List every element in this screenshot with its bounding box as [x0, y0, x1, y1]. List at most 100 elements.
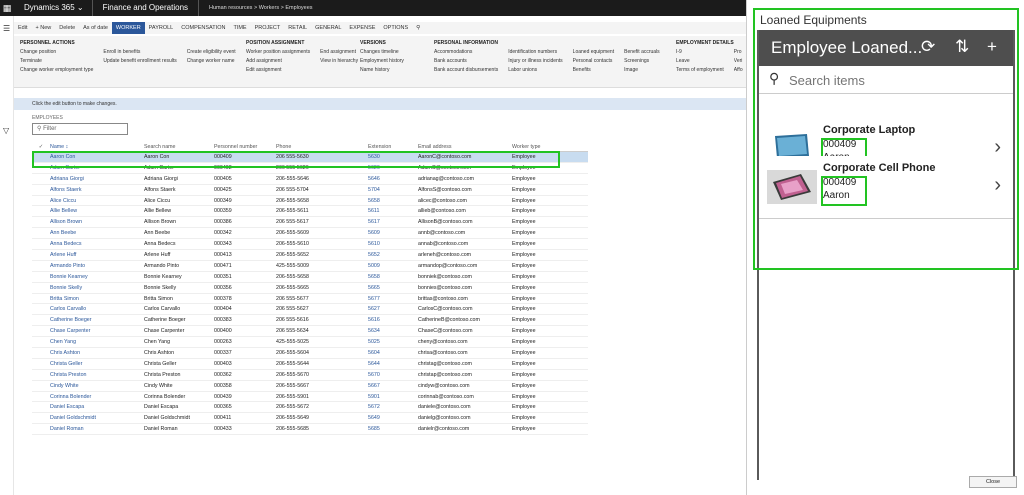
table-row[interactable]: Bonnie Skelly Bonnie Skelly 000356 206-555-…	[32, 283, 588, 294]
labor-unions-button[interactable]: Labor unions	[508, 67, 562, 73]
column-header-search-name[interactable]: Search name	[144, 144, 214, 150]
benefits-button[interactable]: Benefits	[573, 67, 614, 73]
table-cell[interactable]: Corinna Bolender	[50, 394, 144, 400]
tab-options[interactable]: OPTIONS	[379, 22, 412, 34]
table-cell[interactable]: 5644	[368, 361, 418, 367]
table-row[interactable]: Allie Bellew Allie Bellew 000359 206-555-56…	[32, 206, 588, 218]
bank-accounts-button[interactable]: Bank accounts	[434, 58, 498, 64]
table-cell[interactable]: 5652	[368, 252, 418, 258]
leave-button[interactable]: Leave	[676, 58, 724, 64]
table-cell[interactable]: 5025	[368, 339, 418, 345]
table-cell[interactable]: Cindy White	[50, 383, 144, 389]
table-cell[interactable]: Chen Yang	[50, 339, 144, 345]
column-header-personnel-number[interactable]: Personnel number	[214, 144, 276, 150]
table-cell[interactable]: 5609	[368, 230, 418, 236]
terminate-button[interactable]: Terminate	[20, 58, 93, 64]
filter-pane-icon[interactable]: ▽	[3, 126, 9, 135]
delete-button[interactable]: Delete	[55, 22, 79, 34]
table-cell[interactable]: Anna Bedecs	[50, 241, 144, 247]
table-cell[interactable]: Daniel Roman	[50, 426, 144, 432]
close-button[interactable]: Close	[969, 476, 1017, 488]
table-row[interactable]: Arlene Huff Arlene Huff 000413 206-555-5652…	[32, 250, 588, 261]
brand-menu[interactable]: Dynamics 365 ⌄	[14, 0, 93, 16]
end-assignment-button[interactable]: End assignment	[320, 49, 358, 55]
personal-contacts-button[interactable]: Personal contacts	[573, 58, 614, 64]
table-cell[interactable]: Christa Geller	[50, 361, 144, 367]
truncated-button[interactable]: Affo	[734, 67, 746, 73]
table-cell[interactable]: 5667	[368, 383, 418, 389]
loaned-equipment-button[interactable]: Loaned equipment	[573, 49, 614, 55]
table-cell[interactable]: 5646	[368, 176, 418, 182]
table-cell[interactable]: Allie Bellew	[50, 208, 144, 214]
tab-project[interactable]: PROJECT	[251, 22, 285, 34]
edit-assignment-button[interactable]: Edit assignment	[246, 67, 310, 73]
table-cell[interactable]: Allison Brown	[50, 219, 144, 225]
table-row[interactable]: Daniel Roman Daniel Roman 000433 206-555-56…	[32, 424, 588, 436]
table-cell[interactable]: Carlos Carvallo	[50, 306, 144, 312]
table-cell[interactable]: 5611	[368, 208, 418, 214]
table-cell[interactable]: 5610	[368, 241, 418, 247]
i9-button[interactable]: I-9	[676, 49, 724, 55]
tab-general[interactable]: GENERAL	[311, 22, 345, 34]
filter-input[interactable]: ⚲ Filter	[32, 123, 128, 135]
table-cell[interactable]: 5901	[368, 394, 418, 400]
table-cell[interactable]: Bonnie Kearney	[50, 274, 144, 280]
table-cell[interactable]: 5658	[368, 274, 418, 280]
table-row[interactable]: Armando Pinto Armando Pinto 000471 425-555-…	[32, 261, 588, 272]
changes-timeline-button[interactable]: Changes timeline	[360, 49, 404, 55]
table-cell[interactable]: 5649	[368, 415, 418, 421]
table-cell[interactable]: 5670	[368, 372, 418, 378]
edit-button[interactable]: Edit	[14, 22, 31, 34]
table-row[interactable]: Christa Preston Christa Preston 000362 206-…	[32, 370, 588, 381]
column-header-email[interactable]: Email address	[418, 144, 512, 150]
table-cell[interactable]: Arlene Huff	[50, 252, 144, 258]
table-cell[interactable]: 5658	[368, 198, 418, 204]
name-history-button[interactable]: Name history	[360, 67, 404, 73]
module-name[interactable]: Finance and Operations	[93, 0, 200, 16]
position-assignments-button[interactable]: Worker position assignments	[246, 49, 310, 55]
add-assignment-button[interactable]: Add assignment	[246, 58, 310, 64]
table-cell[interactable]: Christa Preston	[50, 372, 144, 378]
tab-compensation[interactable]: COMPENSATION	[177, 22, 229, 34]
table-cell[interactable]: 5665	[368, 285, 418, 291]
enroll-benefits-button[interactable]: Enroll in benefits	[103, 49, 176, 55]
truncated-button[interactable]: Veri	[734, 58, 746, 64]
eligibility-event-button[interactable]: Create eligibility event	[187, 49, 236, 55]
table-row[interactable]: Corinna Bolender Corinna Bolender 000439 20…	[32, 392, 588, 403]
search-icon[interactable]: ⚲	[412, 22, 424, 34]
accommodations-button[interactable]: Accommodations	[434, 49, 498, 55]
column-header-worker-type[interactable]: Worker type	[512, 144, 572, 150]
select-all-checkbox[interactable]: ✓	[32, 144, 50, 150]
table-row[interactable]: Chris Ashton Chris Ashton 000337 206-555-56…	[32, 348, 588, 359]
table-cell[interactable]: Alfons Staerk	[50, 187, 144, 193]
table-cell[interactable]: 5617	[368, 219, 418, 225]
terms-employment-button[interactable]: Terms of employment	[676, 67, 724, 73]
tab-retail[interactable]: RETAIL	[284, 22, 311, 34]
new-button[interactable]: + New	[31, 22, 55, 34]
table-cell[interactable]: Daniel Goldschmidt	[50, 415, 144, 421]
table-cell[interactable]: 5627	[368, 306, 418, 312]
employment-history-button[interactable]: Employment history	[360, 58, 404, 64]
table-row[interactable]: Chase Carpenter Chase Carpenter 000400 206 …	[32, 326, 588, 338]
breadcrumb[interactable]: Human resources > Workers > Employees	[199, 5, 313, 11]
table-cell[interactable]: 5616	[368, 317, 418, 323]
table-cell[interactable]: 5672	[368, 404, 418, 410]
table-cell[interactable]: 5634	[368, 328, 418, 334]
table-cell[interactable]: Adriana Giorgi	[50, 176, 144, 182]
column-header-phone[interactable]: Phone	[276, 144, 368, 150]
table-row[interactable]: Carlos Carvallo Carlos Carvallo 000404 206 …	[32, 304, 588, 316]
image-button[interactable]: Image	[624, 67, 660, 73]
table-row[interactable]: Alfons Staerk Alfons Staerk 000425 206 555-…	[32, 185, 588, 196]
table-row[interactable]: Bonnie Kearney Bonnie Kearney 000351 206-55…	[32, 272, 588, 283]
table-row[interactable]: Allison Brown Allison Brown 000386 206 555-…	[32, 217, 588, 229]
benefit-accruals-button[interactable]: Benefit accruals	[624, 49, 660, 55]
table-cell[interactable]: Chris Ashton	[50, 350, 144, 356]
table-cell[interactable]: Britta Simon	[50, 296, 144, 302]
tab-time[interactable]: TIME	[229, 22, 250, 34]
benefit-results-button[interactable]: Update benefit enrollment results	[103, 58, 176, 64]
table-row[interactable]: Daniel Escapa Daniel Escapa 000365 206-555-…	[32, 402, 588, 414]
table-row[interactable]: Anna Bedecs Anna Bedecs 000343 206-555-5610…	[32, 239, 588, 251]
table-row[interactable]: Daniel Goldschmidt Daniel Goldschmidt 0004…	[32, 413, 588, 425]
injury-incidents-button[interactable]: Injury or illness incidents	[508, 58, 562, 64]
table-cell[interactable]: Daniel Escapa	[50, 404, 144, 410]
